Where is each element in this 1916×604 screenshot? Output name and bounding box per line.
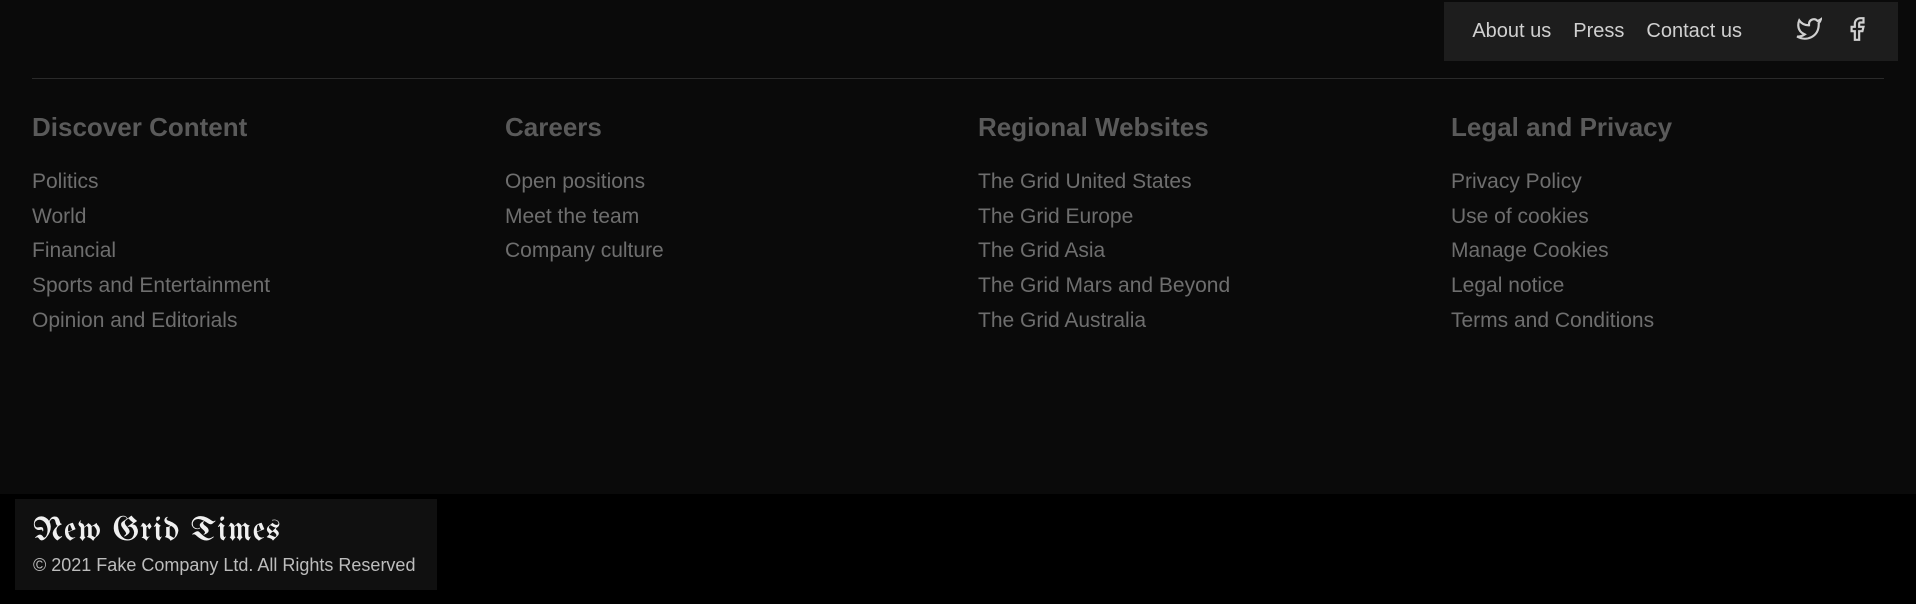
nav-link-about[interactable]: About us: [1472, 20, 1551, 43]
footer-link[interactable]: Privacy Policy: [1451, 165, 1884, 200]
footer-link[interactable]: Meet the team: [505, 200, 938, 235]
column-title: Legal and Privacy: [1451, 112, 1884, 143]
footer-link[interactable]: The Grid United States: [978, 165, 1411, 200]
nav-link-contact[interactable]: Contact us: [1646, 20, 1742, 43]
site-logo: New Grid Times: [33, 513, 415, 549]
column-discover: Discover Content Politics World Financia…: [32, 112, 465, 338]
footer-link[interactable]: Legal notice: [1451, 269, 1884, 304]
footer-link[interactable]: The Grid Mars and Beyond: [978, 269, 1411, 304]
column-careers: Careers Open positions Meet the team Com…: [505, 112, 938, 338]
nav-link-press[interactable]: Press: [1573, 20, 1624, 43]
footer-link[interactable]: Manage Cookies: [1451, 234, 1884, 269]
footer-link[interactable]: The Grid Australia: [978, 304, 1411, 339]
footer-link[interactable]: Open positions: [505, 165, 938, 200]
copyright-text: © 2021 Fake Company Ltd. All Rights Rese…: [33, 555, 415, 576]
twitter-icon[interactable]: [1796, 16, 1822, 47]
footer-link[interactable]: Opinion and Editorials: [32, 304, 465, 339]
footer-link[interactable]: Sports and Entertainment: [32, 269, 465, 304]
footer-link[interactable]: Politics: [32, 165, 465, 200]
footer-link[interactable]: Company culture: [505, 234, 938, 269]
footer-link[interactable]: The Grid Europe: [978, 200, 1411, 235]
footer-link[interactable]: Terms and Conditions: [1451, 304, 1884, 339]
footer-link[interactable]: World: [32, 200, 465, 235]
divider: [32, 78, 1884, 79]
social-icons: [1796, 16, 1870, 47]
footer-link[interactable]: The Grid Asia: [978, 234, 1411, 269]
logo-block: New Grid Times © 2021 Fake Company Ltd. …: [15, 499, 437, 590]
column-title: Regional Websites: [978, 112, 1411, 143]
footer-link[interactable]: Use of cookies: [1451, 200, 1884, 235]
column-regional: Regional Websites The Grid United States…: [978, 112, 1411, 338]
column-title: Careers: [505, 112, 938, 143]
facebook-icon[interactable]: [1844, 16, 1870, 47]
footer-link[interactable]: Financial: [32, 234, 465, 269]
footer-columns: Discover Content Politics World Financia…: [32, 112, 1884, 338]
column-legal: Legal and Privacy Privacy Policy Use of …: [1451, 112, 1884, 338]
top-nav: About us Press Contact us: [1444, 2, 1898, 61]
column-title: Discover Content: [32, 112, 465, 143]
